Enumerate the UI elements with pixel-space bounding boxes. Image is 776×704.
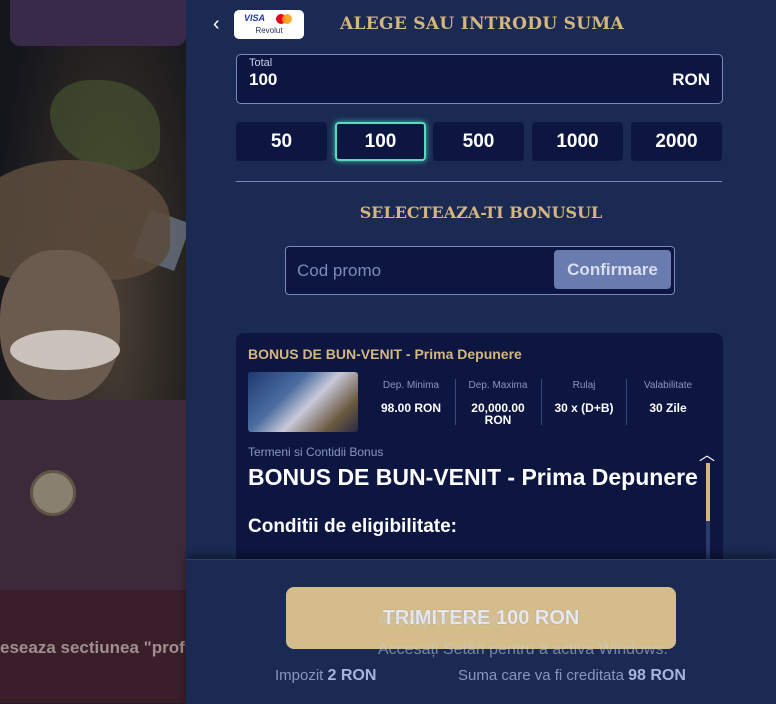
deposit-footer: TRIMITERE 100 RON Activați Windows Acces… — [186, 559, 776, 704]
bonus-title: BONUS DE BUN-VENIT - Prima Depunere — [248, 346, 522, 362]
stat-separator — [541, 379, 542, 425]
chevron-left-icon[interactable]: ‹ — [213, 14, 225, 34]
stat-label: Dep. Minima — [382, 380, 440, 391]
amount-label: Total — [249, 57, 273, 69]
stat-label: Dep. Maxima — [468, 380, 528, 391]
amount-section-title: ALEGE SAU INTRODU SUMA — [340, 14, 624, 34]
bonus-card[interactable]: BONUS DE BUN-VENIT - Prima Depunere Dep.… — [236, 333, 723, 573]
stat-value: 20,000.00 RON — [471, 401, 525, 427]
background-face — [0, 250, 120, 400]
tax-value: 2 RON — [327, 667, 377, 684]
payment-method-logo[interactable]: VISA Revolut — [234, 10, 304, 39]
quick-amount-50-button[interactable]: 50 — [236, 122, 327, 161]
amount-input-field[interactable]: Total 100 RON — [236, 54, 723, 104]
credit-label: Suma care va fi creditata — [458, 667, 624, 684]
terms-heading: BONUS DE BUN-VENIT - Prima Depunere — [248, 464, 698, 490]
stat-max-deposit: Dep. Maxima 20,000.00 RON — [458, 380, 538, 426]
quick-amount-500-button[interactable]: 500 — [433, 122, 524, 161]
stat-value: 30 Zile — [649, 401, 687, 415]
stat-label: Valabilitate — [643, 380, 693, 391]
mastercard-icon-overlap — [282, 14, 292, 24]
background-game-art: eseaza sectiunea "profil" — [0, 0, 186, 703]
stat-separator — [626, 379, 627, 425]
quick-amount-1000-button[interactable]: 1000 — [532, 122, 623, 161]
stat-min-deposit: Dep. Minima 98.00 RON — [371, 380, 451, 414]
stat-label: Rulaj — [572, 380, 596, 391]
windows-activation-watermark-text: Accesați Setări pentru a activa Windows. — [378, 641, 668, 658]
promo-code-input[interactable] — [286, 247, 546, 294]
credit-value: 98 RON — [628, 667, 686, 684]
background-moustache — [10, 330, 120, 370]
windows-activation-watermark-title: Activați Windows — [378, 612, 499, 629]
stat-value: 30 x (D+B) — [554, 401, 614, 415]
background-card — [10, 0, 186, 46]
quick-amount-2000-button[interactable]: 2000 — [631, 122, 722, 161]
bonus-image — [248, 372, 358, 432]
terms-label[interactable]: Termeni si Contidii Bonus — [248, 445, 383, 459]
visa-label: VISA — [244, 13, 266, 23]
promo-code-box: Confirmare — [285, 246, 675, 295]
chevron-up-icon[interactable]: ︿ — [699, 441, 715, 465]
section-divider — [236, 181, 722, 182]
stat-value: 98.00 RON — [380, 401, 442, 415]
stat-rollover: Rulaj 30 x (D+B) — [544, 380, 624, 414]
amount-value[interactable]: 100 — [249, 70, 277, 90]
tax-info: Impozit 2 RON — [275, 667, 376, 685]
background-leaf-decoration — [50, 80, 160, 170]
tax-label: Impozit — [275, 667, 324, 684]
background-partial-text: eseaza sectiunea "profil" — [0, 638, 186, 657]
stat-validity: Valabilitate 30 Zile — [628, 380, 708, 414]
terms-scrollbar-thumb[interactable] — [706, 463, 710, 521]
quick-amount-100-button[interactable]: 100 — [335, 122, 426, 161]
revolut-label: Revolut — [255, 26, 283, 35]
background-coat — [0, 400, 186, 590]
confirm-promo-button[interactable]: Confirmare — [554, 250, 671, 289]
background-badge — [30, 470, 76, 516]
credit-info: Suma care va fi creditata 98 RON — [458, 667, 686, 685]
terms-subheading: Conditii de eligibilitate: — [248, 516, 457, 537]
stat-separator — [455, 379, 456, 425]
amount-currency: RON — [672, 70, 710, 89]
bonus-section-title: SELECTEAZA-TI BONUSUL — [359, 203, 603, 222]
